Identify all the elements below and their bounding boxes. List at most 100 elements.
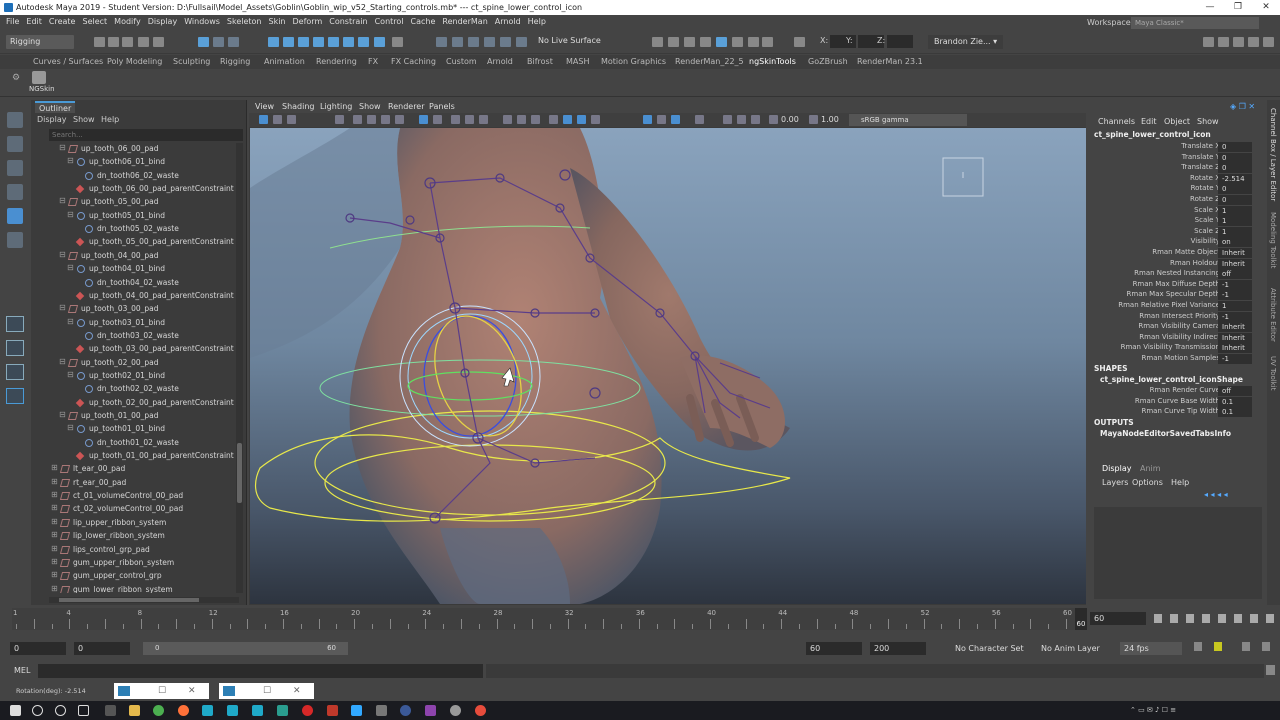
snap-live-icon[interactable] (500, 37, 511, 47)
maya-taskbar-icon-3[interactable] (252, 705, 263, 716)
rotate-tool-icon[interactable] (7, 208, 23, 224)
show-menu[interactable]: Show (1197, 117, 1219, 126)
channel-box-node-name[interactable]: ct_spine_lower_control_icon (1094, 130, 1211, 139)
minimize-button[interactable]: — (1196, 0, 1224, 15)
step-forward-frame-icon[interactable] (1234, 614, 1242, 623)
app-record-icon[interactable] (475, 705, 486, 716)
depth-of-field-icon[interactable] (723, 115, 732, 124)
viewport-menu-renderer[interactable]: Renderer (388, 102, 425, 111)
outliner-row[interactable]: up_tooth_01_00_pad_parentConstraint (31, 450, 237, 463)
channel-attribute-value[interactable]: on (1218, 237, 1252, 248)
expand-icon[interactable]: ⊞ (51, 490, 58, 499)
current-frame-field[interactable]: 60 (1090, 612, 1146, 625)
menu-display[interactable]: Display (148, 15, 178, 29)
outliner-row[interactable]: ⊟ up_tooth_02_00_pad (31, 357, 237, 370)
outliner-row[interactable]: dn_tooth04_02_waste (31, 277, 237, 290)
cortana-icon[interactable] (55, 705, 66, 716)
outliner-menu-help[interactable]: Help (101, 115, 119, 124)
app-gray-icon[interactable] (376, 705, 387, 716)
menu-windows[interactable]: Windows (184, 15, 220, 29)
render-settings-icon[interactable] (684, 37, 695, 47)
layer-tab-display[interactable]: Display (1102, 464, 1132, 473)
layer-tab-anim[interactable]: Anim (1140, 464, 1161, 473)
new-scene-icon[interactable] (94, 37, 105, 47)
outliner-row[interactable]: dn_tooth03_02_waste (31, 330, 237, 343)
hypershade-icon[interactable] (700, 37, 711, 47)
outliner-row[interactable]: ⊞ lt_ear_00_pad (31, 463, 237, 476)
system-tray-icons[interactable]: ⌃ ▭ ✉ ♪ ☐ ≡ (1130, 706, 1176, 714)
channel-attribute-value[interactable]: 0 (1218, 195, 1252, 205)
channel-attribute-value[interactable]: 0 (1218, 184, 1252, 195)
side-tab-modeling-toolkit[interactable]: Modeling Toolkit (1269, 212, 1277, 268)
shelf-tab-poly-modeling[interactable]: Poly Modeling (107, 57, 162, 66)
viewport-menu-view[interactable]: View (255, 102, 274, 111)
expand-icon[interactable]: ⊞ (51, 557, 58, 566)
channel-attribute-value[interactable]: 1 (1218, 301, 1252, 311)
outliner-row[interactable]: ⊟ up_tooth03_01_bind (31, 317, 237, 330)
channel-attribute-row[interactable]: Rman Holdout Inherit (1090, 258, 1266, 270)
outliner-row[interactable]: dn_tooth05_02_waste (31, 223, 237, 236)
select-object-icon[interactable] (213, 37, 224, 47)
auto-key-icon[interactable] (1214, 642, 1222, 651)
shape-attribute-row[interactable]: Rman Render Curve off (1090, 386, 1266, 397)
channel-attribute-row[interactable]: Rman Nested Instancing off (1090, 269, 1266, 280)
command-input[interactable] (38, 664, 483, 678)
select-component-icon[interactable] (228, 37, 239, 47)
channel-attribute-name[interactable]: Rman Matte Object (1152, 248, 1220, 256)
undo-icon[interactable] (138, 37, 149, 47)
collapse-icon[interactable]: ⊟ (59, 143, 66, 152)
use-all-lights-icon[interactable] (563, 115, 572, 124)
go-to-start-icon[interactable] (1154, 614, 1162, 623)
minimized-window-1[interactable]: ☐ ✕ (114, 683, 209, 699)
menu-arnold[interactable]: Arnold (495, 15, 521, 29)
viewport-menu-shading[interactable]: Shading (282, 102, 315, 111)
channel-attribute-value[interactable]: Inherit (1218, 332, 1252, 343)
select-curves-icon[interactable] (298, 37, 309, 47)
preferences-icon[interactable] (1262, 642, 1270, 651)
outliner-row[interactable]: ⊞ rt_ear_00_pad (31, 477, 237, 490)
select-deformations-icon[interactable] (328, 37, 339, 47)
select-joints-icon[interactable] (268, 37, 279, 47)
user-account-menu[interactable]: Brandon Zie... ▾ (928, 35, 1004, 49)
shelf-tab-motion-graphics[interactable]: Motion Graphics (601, 57, 666, 66)
channel-attribute-row[interactable]: Scale X1 (1090, 205, 1266, 217)
shape-attribute-row[interactable]: Rman Curve Base Width 0.1 (1090, 396, 1266, 408)
channel-attribute-name[interactable]: Translate Z (1181, 163, 1220, 171)
channel-attribute-name[interactable]: Rman Holdout (1170, 259, 1220, 267)
shelf-tab-bifrost[interactable]: Bifrost (527, 57, 553, 66)
step-back-frame-icon[interactable] (1186, 614, 1194, 623)
channel-attribute-name[interactable]: Rman Relative Pixel Variance (1118, 301, 1220, 309)
app-icon[interactable] (105, 705, 116, 716)
channel-attribute-row[interactable]: Rman Max Specular Depth -1 (1090, 290, 1266, 301)
channel-attribute-name[interactable]: Scale Y (1195, 216, 1220, 224)
grid-toggle-icon[interactable] (419, 115, 428, 124)
exposure-icon[interactable] (769, 115, 778, 124)
channel-attribute-name[interactable]: Rotate X (1190, 174, 1220, 182)
shelf-tab-renderman-22-5[interactable]: RenderMan_22_5 (675, 57, 744, 66)
camera-attributes-icon[interactable] (273, 115, 282, 124)
time-ruler[interactable]: 60 1 4 8 12 16 20 24 28 32 36 40 44 48 52 56 60 (12, 608, 1087, 630)
field-chart-icon[interactable] (395, 115, 404, 124)
collapse-icon[interactable]: ⊟ (59, 196, 66, 205)
outliner-row[interactable]: ⊟ up_tooth04_01_bind (31, 263, 237, 276)
channel-attribute-value[interactable]: -1 (1218, 311, 1252, 322)
shelf-tab-sculpting[interactable]: Sculpting (173, 57, 210, 66)
animation-start-field[interactable]: 0 (10, 642, 66, 655)
snap-view-plane-icon[interactable] (484, 37, 495, 47)
menu-create[interactable]: Create (49, 15, 76, 29)
select-rendering-icon[interactable] (358, 37, 369, 47)
menu-select[interactable]: Select (82, 15, 107, 29)
channel-attribute-value[interactable]: Inherit (1218, 322, 1252, 333)
outliner-layout-icon[interactable] (6, 388, 24, 404)
channel-attribute-row[interactable]: Scale Y1 (1090, 216, 1266, 227)
channel-box-icon[interactable] (1263, 37, 1274, 47)
channel-attribute-name[interactable]: Translate Y (1182, 153, 1220, 161)
camera-select-icon[interactable] (259, 115, 268, 124)
outliner-row[interactable]: ⊟ up_tooth05_01_bind (31, 210, 237, 223)
channel-attribute-row[interactable]: Rman Intersect Priority -1 (1090, 311, 1266, 323)
channel-attribute-name[interactable]: Scale X (1194, 206, 1220, 214)
shelf-tab-rendering[interactable]: Rendering (316, 57, 357, 66)
maya-taskbar-icon[interactable] (202, 705, 213, 716)
shelf-tab-mash[interactable]: MASH (566, 57, 589, 66)
channel-attribute-name[interactable]: Rman Max Specular Depth (1127, 290, 1220, 298)
